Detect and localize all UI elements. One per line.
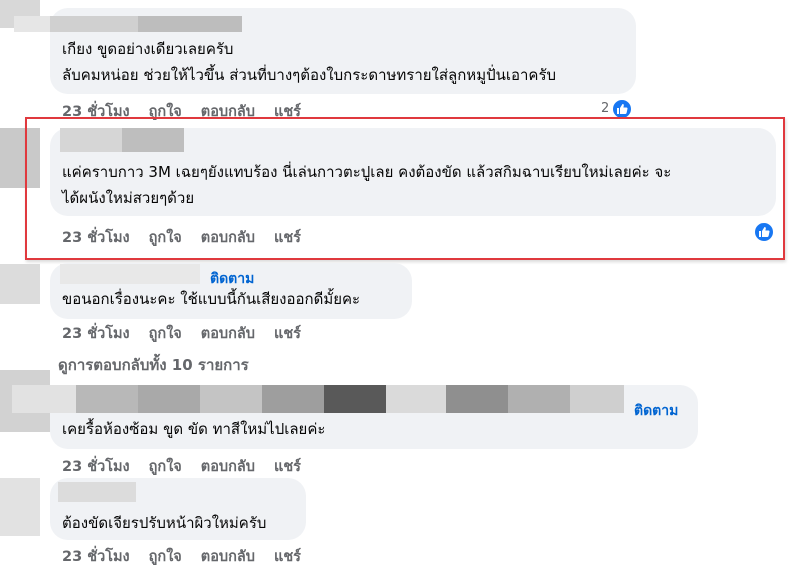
comment-actions: 23 ชั่วโมง ถูกใจ ตอบกลับ แชร์ (62, 322, 320, 345)
highlight-box (25, 117, 785, 260)
commenter-name-redacted[interactable] (446, 385, 508, 413)
like-button[interactable]: ถูกใจ (149, 322, 182, 345)
commenter-name-redacted[interactable] (138, 16, 242, 32)
comment-actions: 23 ชั่วโมง ถูกใจ ตอบกลับ แชร์ (62, 455, 320, 478)
reply-button[interactable]: ตอบกลับ (201, 322, 255, 345)
avatar[interactable] (0, 478, 40, 536)
comment-text: เกียง ขูดอย่างเดียวเลยครับ (62, 40, 234, 58)
reply-button[interactable]: ตอบกลับ (201, 455, 255, 478)
share-button[interactable]: แชร์ (274, 545, 301, 568)
commenter-name-redacted[interactable] (12, 385, 76, 413)
share-button[interactable]: แชร์ (274, 322, 301, 345)
share-button[interactable]: แชร์ (274, 455, 301, 478)
commenter-name-redacted[interactable] (324, 385, 386, 413)
commenter-name-redacted[interactable] (76, 385, 138, 413)
commenter-name-redacted[interactable] (50, 16, 138, 32)
comment-text: เคยรื้อห้องซ้อม ขูด ขัด ทาสีใหม่ไปเลยค่ะ (62, 420, 326, 438)
timestamp-link[interactable]: 23 ชั่วโมง (62, 455, 130, 478)
comment-text: ต้องขัดเจียรปรับหน้าผิวใหม่ครับ (62, 514, 267, 532)
commenter-name-redacted[interactable] (386, 385, 446, 413)
commenter-name-redacted[interactable] (138, 385, 200, 413)
comment-text: ลับคมหน่อย ช่วยให้ไวขึ้น ส่วนที่บางๆต้อง… (62, 66, 557, 84)
commenter-name-redacted[interactable] (14, 16, 50, 32)
commenter-name-redacted[interactable] (508, 385, 570, 413)
commenter-name-redacted[interactable] (58, 482, 136, 502)
commenter-name-redacted[interactable] (570, 385, 624, 413)
timestamp-link[interactable]: 23 ชั่วโมง (62, 545, 130, 568)
avatar[interactable] (0, 264, 40, 304)
comment-text: ขอนอกเรื่องนะคะ ใช้แบบนี้กันเสียงออกดีมั… (62, 290, 361, 308)
view-more-replies-link[interactable]: ดูการตอบกลับทั้ง 10 รายการ (58, 353, 249, 377)
reaction-count[interactable]: 2 (601, 101, 609, 116)
commenter-name-redacted[interactable] (60, 264, 200, 284)
commenter-name-redacted[interactable] (200, 385, 262, 413)
comment-actions: 23 ชั่วโมง ถูกใจ ตอบกลับ แชร์ (62, 545, 320, 568)
like-button[interactable]: ถูกใจ (149, 545, 182, 568)
like-button[interactable]: ถูกใจ (149, 455, 182, 478)
follow-button[interactable]: ติดตาม (634, 400, 678, 422)
commenter-name-redacted[interactable] (262, 385, 324, 413)
timestamp-link[interactable]: 23 ชั่วโมง (62, 322, 130, 345)
reply-button[interactable]: ตอบกลับ (201, 545, 255, 568)
